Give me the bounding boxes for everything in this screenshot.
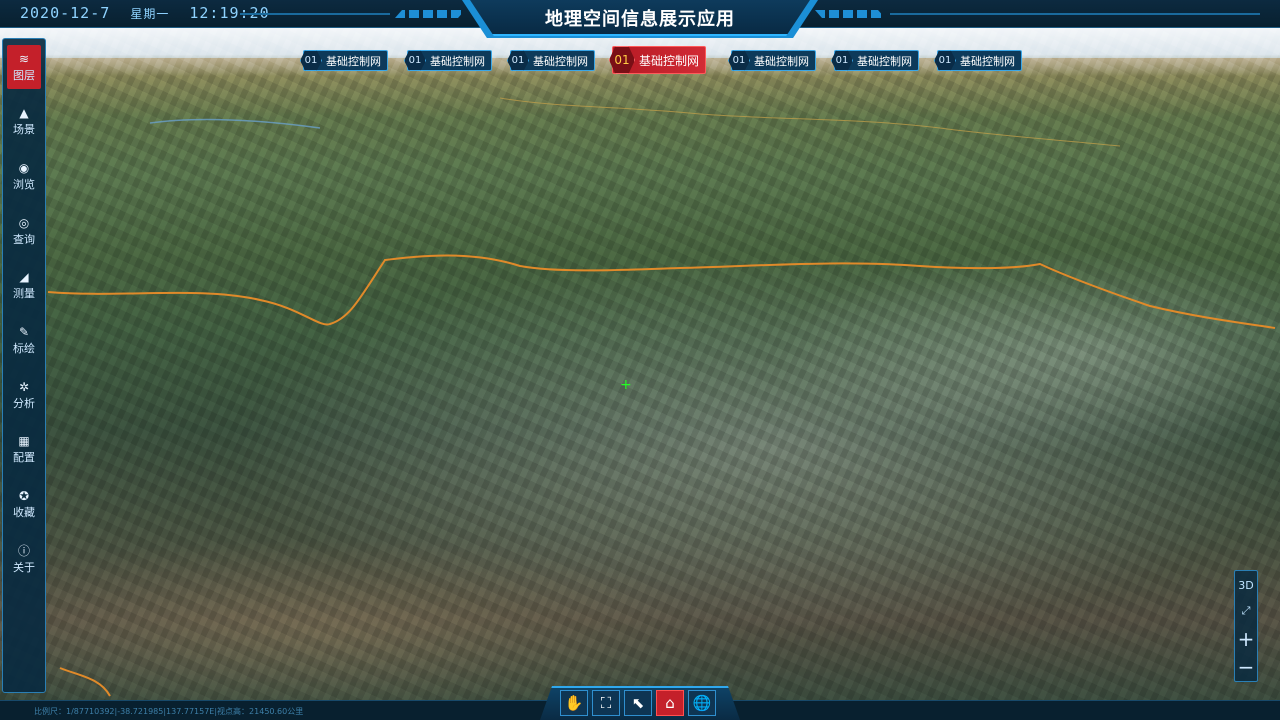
sidebar-item-label: 关于 [13, 560, 35, 574]
tab-layer-4[interactable]: 01 基础控制网 [609, 46, 707, 74]
boundary-lines [47, 97, 1276, 697]
building-icon[interactable]: ⌂ [656, 690, 684, 716]
header-deco-line-left [240, 13, 390, 15]
pen-icon: ✎ [18, 325, 30, 339]
info-icon: ⓘ [17, 543, 30, 558]
zoom-in-button[interactable]: + [1235, 627, 1257, 651]
grid-icon: ▦ [18, 434, 30, 449]
analysis-icon: ✲ [18, 379, 30, 394]
sidebar-item-label: 标绘 [13, 342, 35, 355]
header-deco-line-right [890, 13, 1260, 15]
tab-number-badge: 01 [728, 50, 750, 71]
tab-label: 基础控制网 [430, 54, 485, 68]
clock-date: 2020-12-7 [20, 4, 111, 22]
scene-icon: ▲ [19, 106, 29, 121]
tab-layer-2[interactable]: 01 基础控制网 [404, 50, 492, 71]
sidebar-item-analysis[interactable]: ✲ 分析 [7, 373, 41, 417]
globe-map-view[interactable]: + [0, 28, 1280, 700]
sidebar-item-grid[interactable]: ▦ 配置 [7, 428, 41, 472]
fullscreen-icon[interactable]: ⤢ [1235, 599, 1257, 623]
sidebar-item-scene[interactable]: ▲ 场景 [7, 100, 41, 144]
tab-layer-6[interactable]: 01 基础控制网 [831, 50, 919, 71]
sidebar-item-info[interactable]: ⓘ 关于 [7, 537, 41, 581]
sidebar-item-label: 配置 [13, 451, 35, 465]
sidebar-item-star[interactable]: ✪ 收藏 [7, 483, 41, 527]
sidebar-item-layers[interactable]: ≋ 图层 [7, 45, 41, 89]
star-icon: ✪ [18, 489, 30, 504]
app-title: 地理空间信息展示应用 [545, 9, 735, 30]
sidebar-item-label: 查询 [13, 232, 35, 246]
mode-3d-button[interactable]: 3D [1235, 573, 1257, 597]
sidebar-item-search[interactable]: ◎ 查询 [7, 209, 41, 253]
tab-number-badge: 01 [404, 50, 426, 71]
sidebar-item-label: 收藏 [13, 506, 35, 520]
tab-layer-1[interactable]: 01 基础控制网 [300, 50, 388, 71]
clock-weekday: 星期一 [130, 7, 170, 21]
sidebar-item-ruler[interactable]: ◢ 测量 [7, 264, 41, 308]
layers-icon: ≋ [18, 51, 30, 66]
scale-readout: 比例尺：1/87710392|-38.721985|137.77157E|视点高… [34, 707, 304, 716]
pan-hand-icon[interactable]: ✋ [560, 690, 588, 716]
sidebar-item-pen[interactable]: ✎ 标绘 [7, 319, 41, 363]
sidebar-item-label: 分析 [13, 396, 35, 410]
map-controls: 3D ⤢ + − [1234, 570, 1258, 682]
globe-icon[interactable]: 🌐 [688, 690, 716, 716]
app-root: + 2020-12-7 星期一 12:19:20 地理空间信息展示应用 ≋ 图层 ▲… [0, 0, 1280, 720]
tab-label: 基础控制网 [857, 54, 912, 68]
crosshair-icon: + [620, 377, 632, 393]
header-deco-left [395, 10, 465, 18]
header-deco-right [815, 10, 885, 18]
eye-icon: ◉ [18, 160, 30, 175]
search-icon: ◎ [18, 215, 30, 230]
tab-number-badge: 01 [507, 50, 529, 71]
tab-number-badge: 01 [934, 50, 956, 71]
ruler-icon: ◢ [19, 270, 29, 285]
tab-label: 基础控制网 [639, 53, 700, 68]
select-cursor-icon[interactable]: ⬉ [624, 690, 652, 716]
tab-number-badge: 01 [300, 50, 322, 71]
tab-label: 基础控制网 [326, 54, 381, 68]
tab-layer-5[interactable]: 01 基础控制网 [728, 50, 816, 71]
scan-icon[interactable]: ⛶ [592, 690, 620, 716]
sidebar-item-eye[interactable]: ◉ 浏览 [7, 154, 41, 198]
tab-number-badge: 01 [609, 46, 635, 74]
zoom-out-button[interactable]: − [1235, 655, 1257, 679]
tab-label: 基础控制网 [754, 54, 809, 68]
sidebar-item-label: 场景 [13, 123, 35, 137]
tab-layer-7[interactable]: 01 基础控制网 [934, 50, 1022, 71]
sidebar: ≋ 图层 ▲ 场景 ◉ 浏览 ◎ 查询 ◢ 测量 ✎ 标绘 ✲ 分析 ▦ 配置 ✪ 收藏 ⓘ 关于 [2, 38, 46, 693]
tab-label: 基础控制网 [960, 54, 1015, 68]
sidebar-item-label: 浏览 [13, 177, 35, 191]
tab-number-badge: 01 [831, 50, 853, 71]
sidebar-item-label: 测量 [13, 287, 35, 301]
tab-label: 基础控制网 [533, 54, 588, 68]
tab-layer-3[interactable]: 01 基础控制网 [507, 50, 595, 71]
sidebar-item-label: 图层 [13, 68, 35, 82]
